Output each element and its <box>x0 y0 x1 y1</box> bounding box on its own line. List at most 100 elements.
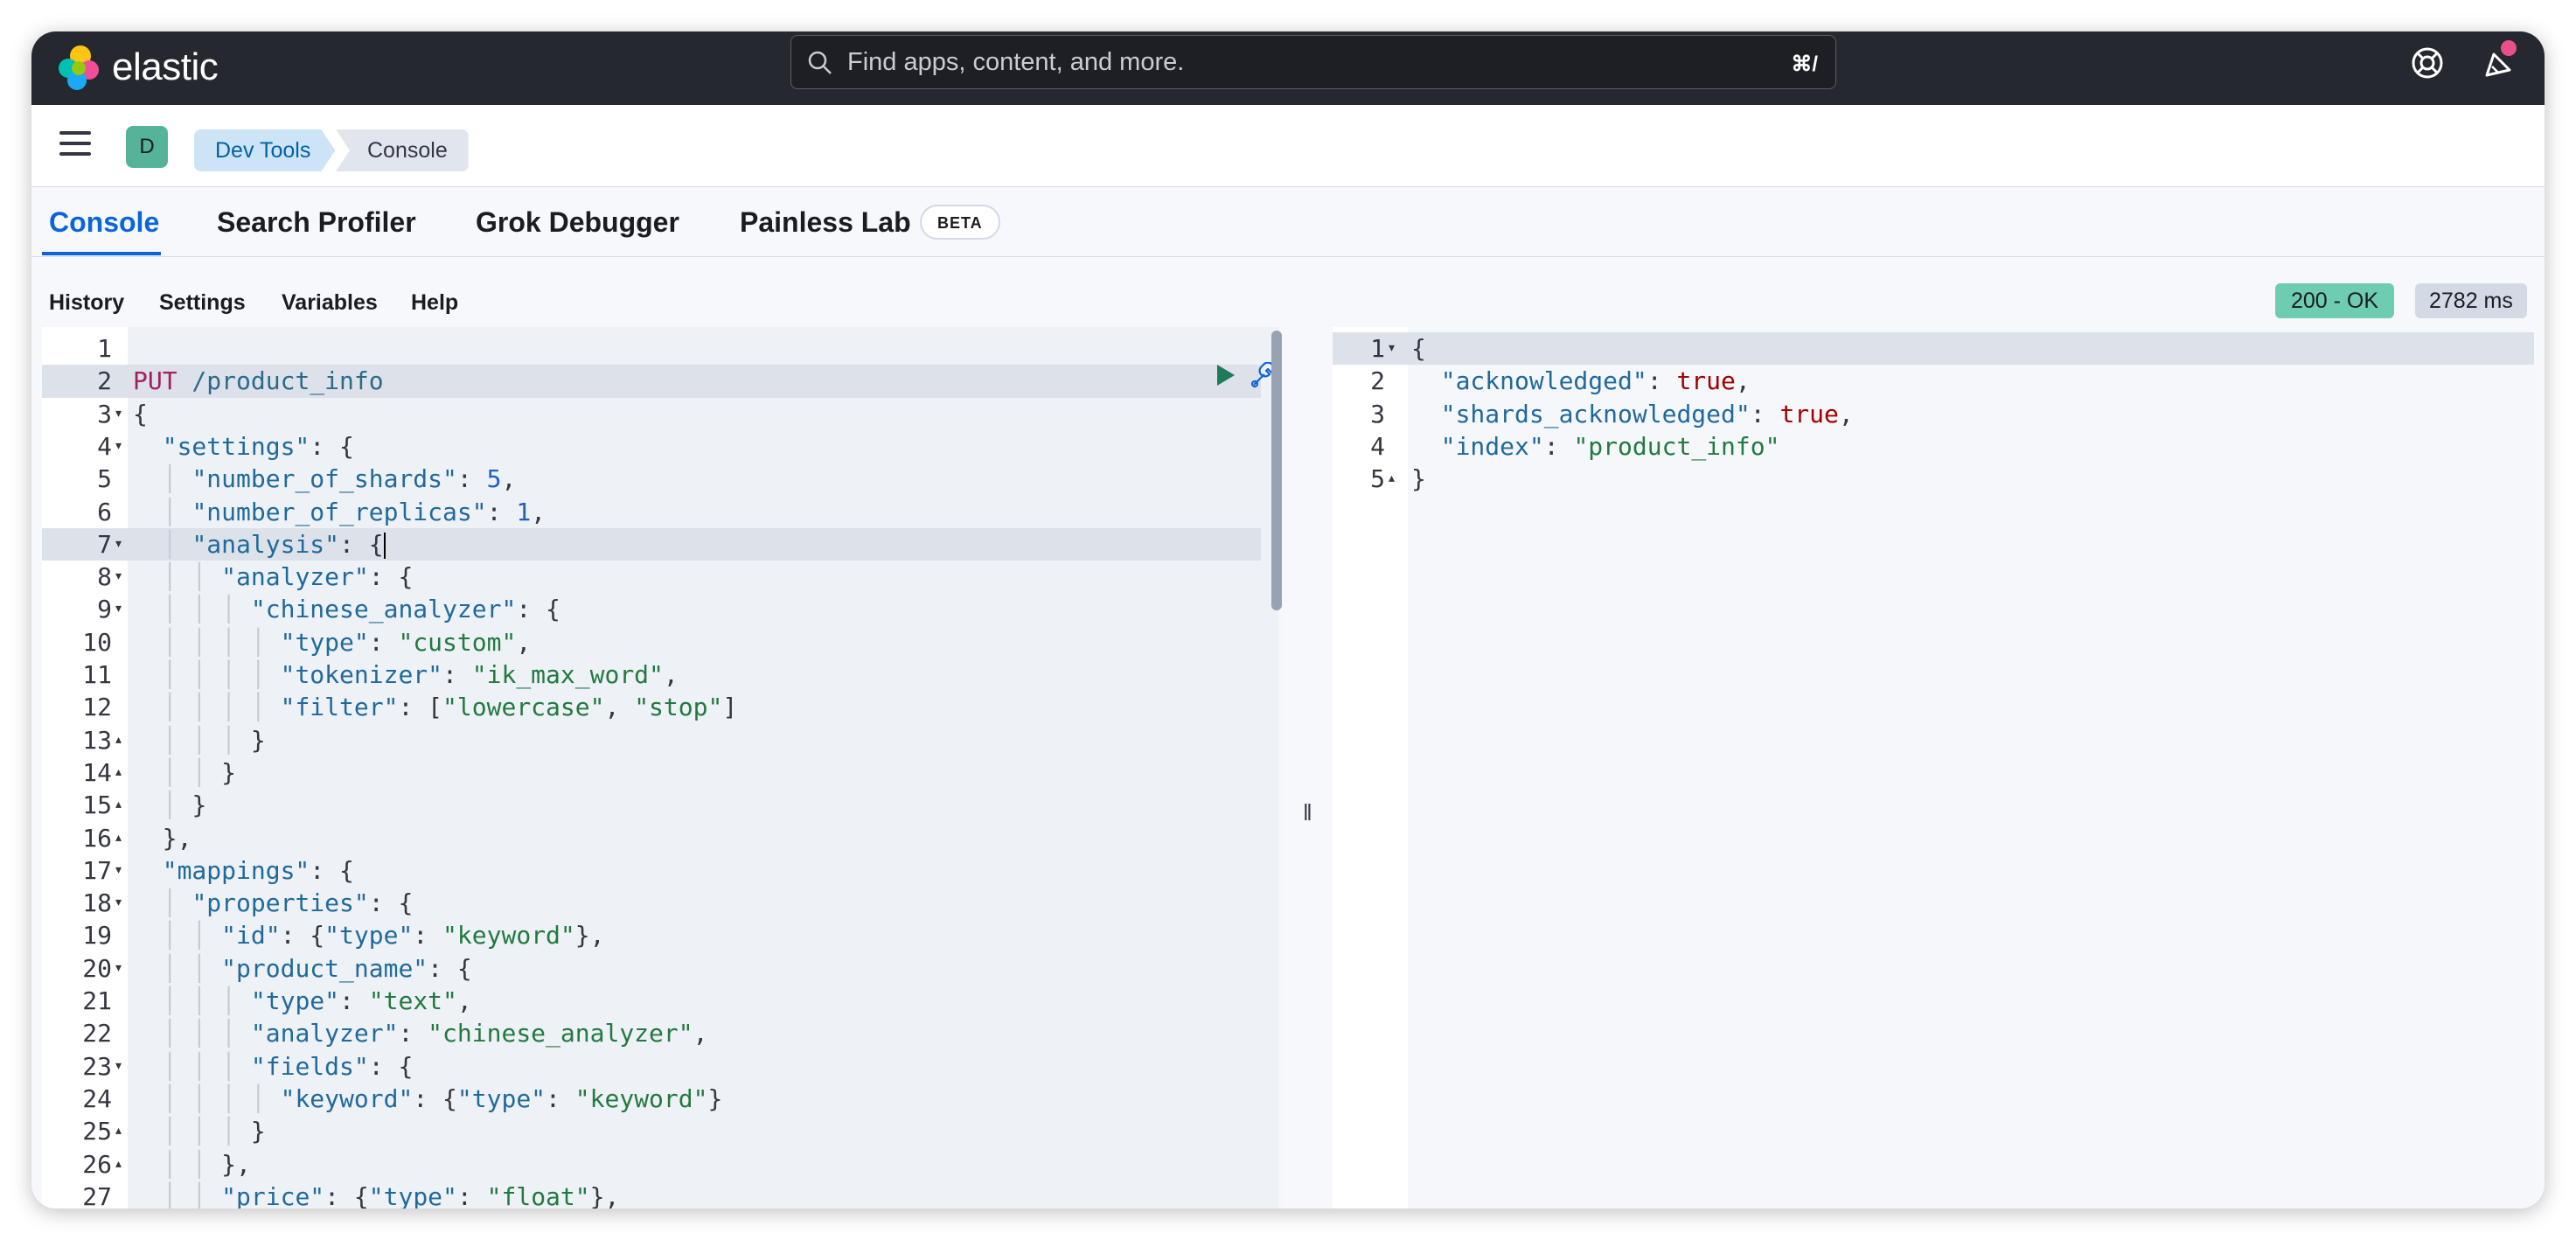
line-content: │ │ │ } <box>162 1117 266 1146</box>
editor-line[interactable]: 27 │ │ "price": {"type": "float"}, <box>42 1181 1284 1209</box>
editor-line[interactable]: 2 PUT /product_info <box>42 365 1261 398</box>
tab-console[interactable]: Console <box>49 206 159 239</box>
fold-toggle-icon[interactable]: ▾ <box>115 593 122 625</box>
line-content: │ │ "analyzer": { <box>162 562 414 592</box>
editor-line[interactable]: 10 │ │ │ │ "type": "custom", <box>42 626 1284 658</box>
editor-line[interactable]: 24 │ │ │ │ "keyword": {"type": "keyword"… <box>42 1083 1284 1115</box>
editor-line[interactable]: 25 ▴ │ │ │ } <box>42 1115 1284 1147</box>
json-number: 5 <box>486 464 502 494</box>
editor-line[interactable]: 8 ▾ │ │ "analyzer": { <box>42 561 1284 593</box>
global-search-input[interactable]: Find apps, content, and more. ⌘/ <box>790 35 1836 89</box>
fold-toggle-icon[interactable]: ▾ <box>115 887 122 919</box>
line-number: 2 <box>97 366 112 396</box>
line-content: │ │ │ │ "tokenizer": "ik_max_word", <box>162 660 679 689</box>
fold-toggle-icon[interactable]: ▾ <box>1389 332 1395 365</box>
line-content: │ │ │ } <box>162 725 266 755</box>
json-string: "product_info" <box>1573 431 1780 461</box>
editor-line[interactable]: 22 │ │ │ "analyzer": "chinese_analyzer", <box>42 1017 1284 1049</box>
line-number: 13 <box>82 725 112 755</box>
resize-grip-icon[interactable]: ‖ <box>1303 799 1312 826</box>
fold-toggle-icon[interactable]: ▾ <box>115 430 122 463</box>
line-content: } <box>1411 464 1426 494</box>
variables-button[interactable]: Variables <box>282 290 378 316</box>
http-method: PUT <box>133 366 178 396</box>
editor-line[interactable]: 9 ▾ │ │ │ "chinese_analyzer": { <box>42 593 1284 625</box>
play-run-icon[interactable] <box>1215 364 1236 387</box>
line-content: │ "number_of_shards": 5, <box>162 464 517 494</box>
fold-toggle-icon[interactable]: ▴ <box>115 756 122 789</box>
fold-toggle-icon[interactable]: ▴ <box>1389 463 1395 495</box>
editor-line[interactable]: 1 <box>42 332 1284 365</box>
editor-line[interactable]: 21 │ │ │ "type": "text", <box>42 985 1284 1017</box>
json-key: "analyzer" <box>250 1019 399 1048</box>
editor-line[interactable]: 12 │ │ │ │ "filter": ["lowercase", "stop… <box>42 691 1284 723</box>
fold-toggle-icon[interactable]: ▴ <box>115 1148 122 1181</box>
editor-line[interactable]: 16 ▴ }, <box>42 822 1284 854</box>
editor-line[interactable]: 7 ▾ │ "analysis": { <box>42 527 1261 561</box>
fold-toggle-icon[interactable]: ▾ <box>115 528 122 561</box>
editor-line[interactable]: 11 │ │ │ │ "tokenizer": "ik_max_word", <box>42 658 1284 691</box>
fold-toggle-icon[interactable]: ▾ <box>115 1050 122 1083</box>
help-button[interactable]: Help <box>411 290 458 316</box>
json-string: "ik_max_word" <box>471 660 664 689</box>
line-number: 27 <box>82 1181 112 1209</box>
fold-toggle-icon[interactable]: ▴ <box>115 789 122 821</box>
duration-badge: 2782 ms <box>2415 283 2527 318</box>
fold-toggle-icon[interactable]: ▴ <box>115 724 122 756</box>
editor-line[interactable]: 18 ▾ │ "properties": { <box>42 887 1284 919</box>
fold-toggle-icon[interactable]: ▾ <box>115 952 122 985</box>
editor-line[interactable]: 6 │ "number_of_replicas": 1, <box>42 496 1284 528</box>
line-number: 17 <box>82 855 112 885</box>
editor-line[interactable]: 15 ▴ │ } <box>42 789 1284 821</box>
editor-line[interactable]: 13 ▴ │ │ │ } <box>42 724 1284 756</box>
panel-resizer[interactable]: ‖ <box>1284 327 1333 1209</box>
tab-grok-debugger[interactable]: Grok Debugger <box>476 206 679 239</box>
response-output[interactable]: 1 ▾{2 "acknowledged": true, 3 "shards_ackn… <box>1333 327 2534 1209</box>
json-key: "analyzer" <box>221 562 369 592</box>
output-line: 5 ▴} <box>1333 463 2534 495</box>
line-content: │ │ "price": {"type": "float"}, <box>133 1181 620 1209</box>
json-key: "filter" <box>280 693 399 722</box>
beta-badge: BETA <box>920 205 1000 240</box>
tab-painless-lab[interactable]: Painless Lab <box>740 206 911 239</box>
tab-search-profiler[interactable]: Search Profiler <box>217 206 416 239</box>
fold-toggle-icon[interactable]: ▾ <box>115 561 122 593</box>
editor-line[interactable]: 26 ▴ │ │ }, <box>42 1148 1284 1181</box>
editor-line[interactable]: 23 ▾ │ │ │ "fields": { <box>42 1050 1284 1083</box>
editor-line[interactable]: 3 ▾ { <box>42 398 1284 430</box>
json-string: "stop" <box>634 693 723 722</box>
fold-toggle-icon[interactable]: ▾ <box>115 854 122 887</box>
space-avatar[interactable]: D <box>126 126 168 168</box>
elastic-logo-icon[interactable] <box>54 44 103 93</box>
editor-line[interactable]: 17 ▾ "mappings": { <box>42 854 1284 887</box>
fold-toggle-icon[interactable]: ▴ <box>115 822 122 854</box>
line-content: "acknowledged": true, <box>1440 366 1751 396</box>
line-number: 5 <box>97 464 112 494</box>
breadcrumb-dev-tools[interactable]: Dev Tools <box>194 129 335 171</box>
line-content: "settings": { <box>162 431 354 461</box>
help-lifebuoy-icon[interactable] <box>2410 45 2445 80</box>
editor-line[interactable]: 4 ▾ "settings": { <box>42 430 1284 463</box>
line-number: 19 <box>82 921 112 951</box>
line-content: }, <box>133 823 192 853</box>
line-number: 18 <box>82 888 112 918</box>
menu-hamburger-icon[interactable] <box>59 131 91 157</box>
request-editor[interactable]: 1 2 PUT /product_info 3 ▾{4 ▾ "settings": {5 … <box>42 327 1284 1209</box>
json-key: "product_name" <box>221 953 428 983</box>
fold-toggle-icon[interactable]: ▴ <box>115 1115 122 1147</box>
search-placeholder: Find apps, content, and more. <box>847 48 1185 76</box>
line-number: 26 <box>82 1149 112 1179</box>
editor-line[interactable]: 14 ▴ │ │ } <box>42 756 1284 789</box>
editor-line[interactable]: 20 ▾ │ │ "product_name": { <box>42 952 1284 985</box>
json-key: "analysis" <box>191 529 340 559</box>
brand-name[interactable]: elastic <box>112 45 219 89</box>
settings-button[interactable]: Settings <box>159 290 246 316</box>
history-button[interactable]: History <box>49 290 124 316</box>
editor-scrollbar[interactable] <box>1271 331 1282 610</box>
notification-dot <box>2501 40 2517 56</box>
editor-line[interactable]: 19 │ │ "id": {"type": "keyword"}, <box>42 919 1284 951</box>
editor-line[interactable]: 5 │ "number_of_shards": 5, <box>42 463 1284 495</box>
json-string: "lowercase" <box>442 693 605 722</box>
json-key: "number_of_replicas" <box>191 497 487 526</box>
fold-toggle-icon[interactable]: ▾ <box>115 398 122 430</box>
